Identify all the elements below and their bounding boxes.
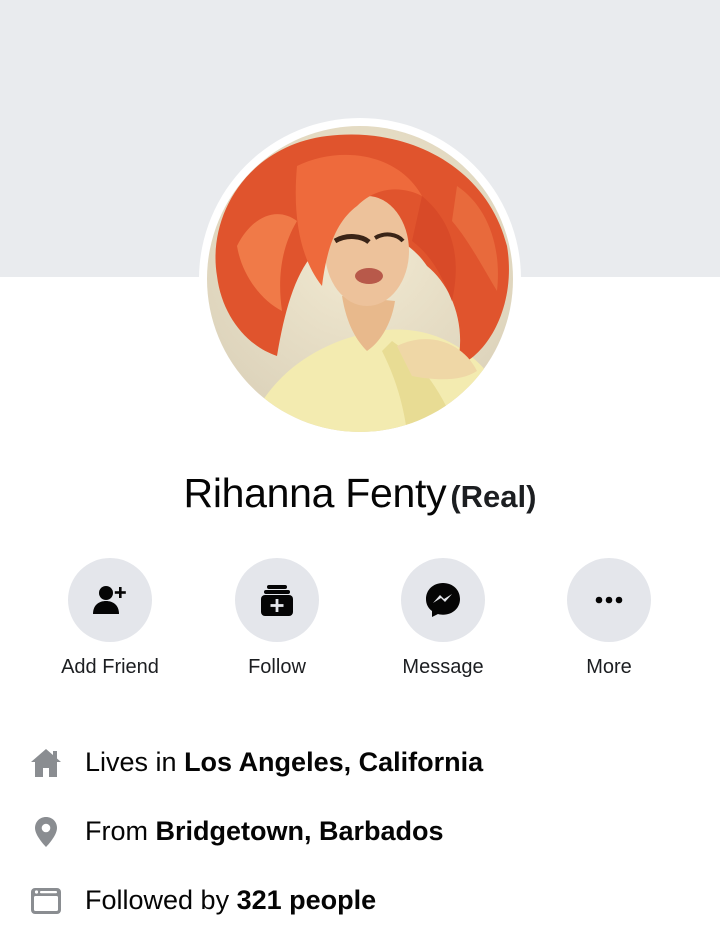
add-friend-button[interactable]: Add Friend <box>40 558 180 679</box>
follow-label: Follow <box>248 656 306 678</box>
message-button[interactable]: Message <box>373 558 513 679</box>
more-button[interactable]: More <box>539 558 679 679</box>
follow-icon <box>261 585 293 616</box>
followed-by-value[interactable]: 321 people <box>237 885 377 915</box>
from-text: From Bridgetown, Barbados <box>85 816 444 847</box>
lives-in-value[interactable]: Los Angeles, California <box>184 747 483 777</box>
add-friend-icon <box>93 586 126 614</box>
message-button-circle[interactable] <box>401 558 485 642</box>
profile-picture-frame <box>199 118 521 440</box>
messenger-icon <box>426 583 460 617</box>
more-dots-icon <box>595 596 623 604</box>
location-pin-icon <box>28 814 64 850</box>
follow-button-circle[interactable] <box>235 558 319 642</box>
profile-name-row: Rihanna Fenty (Real) <box>0 470 720 517</box>
from-value[interactable]: Bridgetown, Barbados <box>156 816 444 846</box>
followers-card-icon <box>28 883 64 919</box>
followed-by-prefix: Followed by <box>85 885 237 915</box>
message-label: Message <box>402 656 484 678</box>
home-icon <box>28 745 64 781</box>
info-row-followed-by: Followed by 321 people <box>0 866 720 935</box>
followed-by-text: Followed by 321 people <box>85 885 376 916</box>
add-friend-button-circle[interactable] <box>68 558 152 642</box>
more-button-circle[interactable] <box>567 558 651 642</box>
profile-name-tag: (Real) <box>450 479 537 514</box>
profile-intro: Lives in Los Angeles, California From Br… <box>0 728 720 935</box>
profile-picture[interactable] <box>207 126 513 432</box>
follow-button[interactable]: Follow <box>207 558 347 679</box>
more-label: More <box>586 656 632 678</box>
info-row-lives-in: Lives in Los Angeles, California <box>0 728 720 797</box>
profile-actions: Add Friend Follow Message More <box>0 558 720 688</box>
from-prefix: From <box>85 816 156 846</box>
profile-name: Rihanna Fenty <box>183 470 447 516</box>
add-friend-label: Add Friend <box>61 656 159 678</box>
info-row-from: From Bridgetown, Barbados <box>0 797 720 866</box>
lives-in-prefix: Lives in <box>85 747 185 777</box>
lives-in-text: Lives in Los Angeles, California <box>85 747 483 778</box>
